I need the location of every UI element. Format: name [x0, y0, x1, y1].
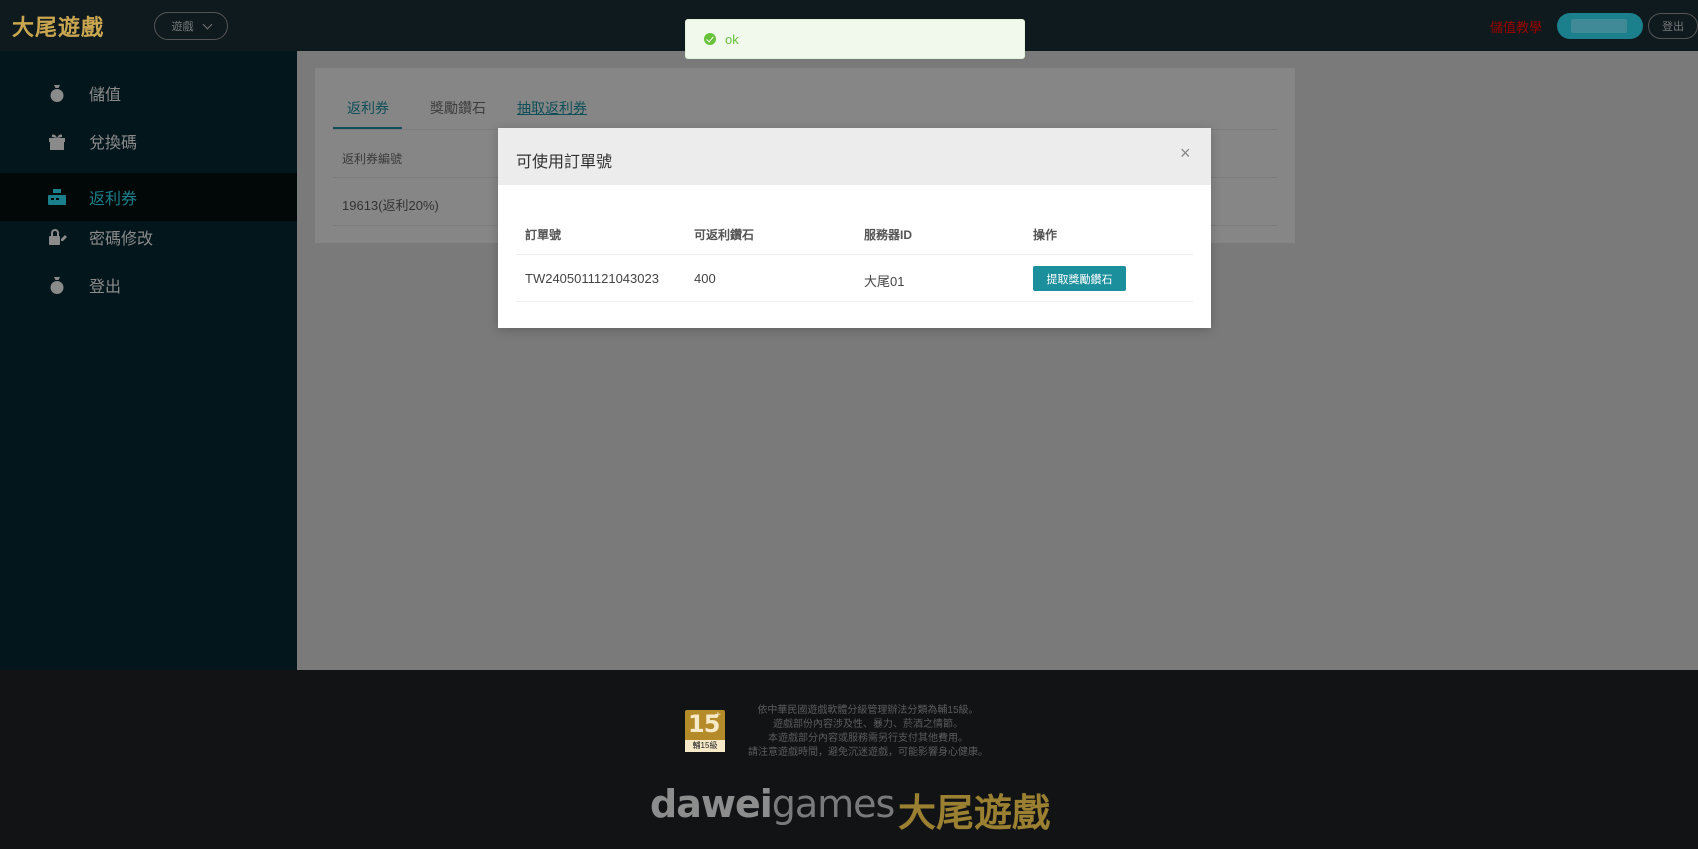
toast-message: ok — [725, 31, 739, 47]
sidebar-item-topup[interactable]: 儲值 — [0, 69, 297, 117]
game-select-dropdown[interactable]: 遊戲 — [154, 12, 228, 40]
rating-notice-line: 遊戲部份內容涉及性、暴力、菸酒之情節。 — [773, 719, 963, 730]
redacted-username — [1571, 19, 1627, 33]
column-header-server: 服務器ID — [864, 228, 913, 242]
top-up-guide-link[interactable]: 儲值教學 — [1490, 17, 1542, 36]
tab-rebate-coupon[interactable]: 返利券 — [347, 98, 389, 118]
sidebar-item-label: 儲值 — [89, 87, 122, 104]
sidebar-item-redeem-code[interactable]: 兌換碼 — [0, 117, 297, 165]
brand-logo-english: daweigames — [650, 782, 896, 826]
rating-plus: + — [715, 710, 721, 721]
footer: 15 + 輔15級 依中華民國遊戲軟體分級管理辦法分類為輔15級。 遊戲部份內容… — [0, 670, 1698, 849]
tab-draw-rebate-coupon[interactable]: 抽取返利券 — [517, 98, 587, 118]
brand-en-bold: dawei — [650, 782, 773, 826]
rating-notice-line: 本遊戲部分內容或服務需另行支付其他費用。 — [768, 733, 968, 744]
brand-logo-chinese: 大尾遊戲 — [898, 790, 1051, 835]
game-select-label: 遊戲 — [171, 21, 194, 33]
sidebar-item-label: 兌換碼 — [89, 135, 138, 152]
sidebar: 儲值 兌換碼 返利券 密碼修改 登出 — [0, 51, 297, 670]
sidebar-item-label: 登出 — [89, 279, 122, 296]
user-account-button[interactable] — [1557, 13, 1643, 39]
sidebar-item-logout[interactable]: 登出 — [0, 261, 297, 309]
order-number-cell: TW2405011121043023 — [525, 271, 659, 286]
header-logout-button[interactable]: 登出 — [1648, 13, 1698, 39]
divider — [516, 301, 1193, 302]
rating-label: 輔15級 — [685, 740, 725, 752]
column-header-action: 操作 — [1033, 228, 1058, 242]
dialog-header: 可使用訂單號 × — [498, 128, 1211, 185]
rating-notice-line: 依中華民國遊戲軟體分級管理辦法分類為輔15級。 — [757, 705, 979, 716]
dialog-title: 可使用訂單號 — [516, 154, 613, 171]
chevron-down-icon — [202, 19, 212, 29]
sidebar-item-change-password[interactable]: 密碼修改 — [0, 213, 297, 261]
edit-lock-icon — [47, 227, 67, 247]
order-number-dialog: 可使用訂單號 × 訂單號 可返利鑽石 服務器ID 操作 TW2405011121… — [498, 128, 1211, 328]
divider — [516, 254, 1193, 255]
coupon-id-header: 返利券編號 — [342, 152, 403, 166]
server-id-cell: 大尾01 — [864, 274, 905, 289]
site-logo[interactable]: 大尾遊戲 — [12, 10, 104, 42]
active-tab-indicator — [333, 127, 402, 129]
column-header-diamonds: 可返利鑽石 — [694, 228, 755, 242]
money-bag-icon — [47, 275, 67, 295]
diamonds-cell: 400 — [694, 271, 716, 286]
success-toast: ok — [685, 19, 1025, 59]
column-header-order: 訂單號 — [525, 228, 562, 242]
coupon-id-cell: 19613(返利20%) — [342, 198, 439, 213]
money-bag-icon — [47, 83, 67, 103]
sidebar-item-label: 密碼修改 — [89, 231, 154, 248]
gift-icon — [47, 131, 67, 151]
claim-reward-diamonds-button[interactable]: 提取獎勵鑽石 — [1033, 266, 1126, 291]
check-circle-icon — [704, 33, 716, 45]
cash-register-icon — [47, 187, 67, 207]
sidebar-item-label: 返利券 — [89, 191, 138, 208]
brand-en-light: games — [771, 782, 896, 826]
age-rating-badge: 15 + 輔15級 — [685, 710, 725, 752]
rating-notice: 依中華民國遊戲軟體分級管理辦法分類為輔15級。 遊戲部份內容涉及性、暴力、菸酒之… — [748, 704, 988, 760]
tab-reward-diamonds[interactable]: 獎勵鑽石 — [430, 98, 486, 118]
rating-notice-line: 請注意遊戲時間，避免沉迷遊戲，可能影響身心健康。 — [748, 747, 988, 758]
close-icon[interactable]: × — [1180, 143, 1191, 164]
tab-bar: 返利券 獎勵鑽石 抽取返利券 — [333, 94, 1277, 130]
